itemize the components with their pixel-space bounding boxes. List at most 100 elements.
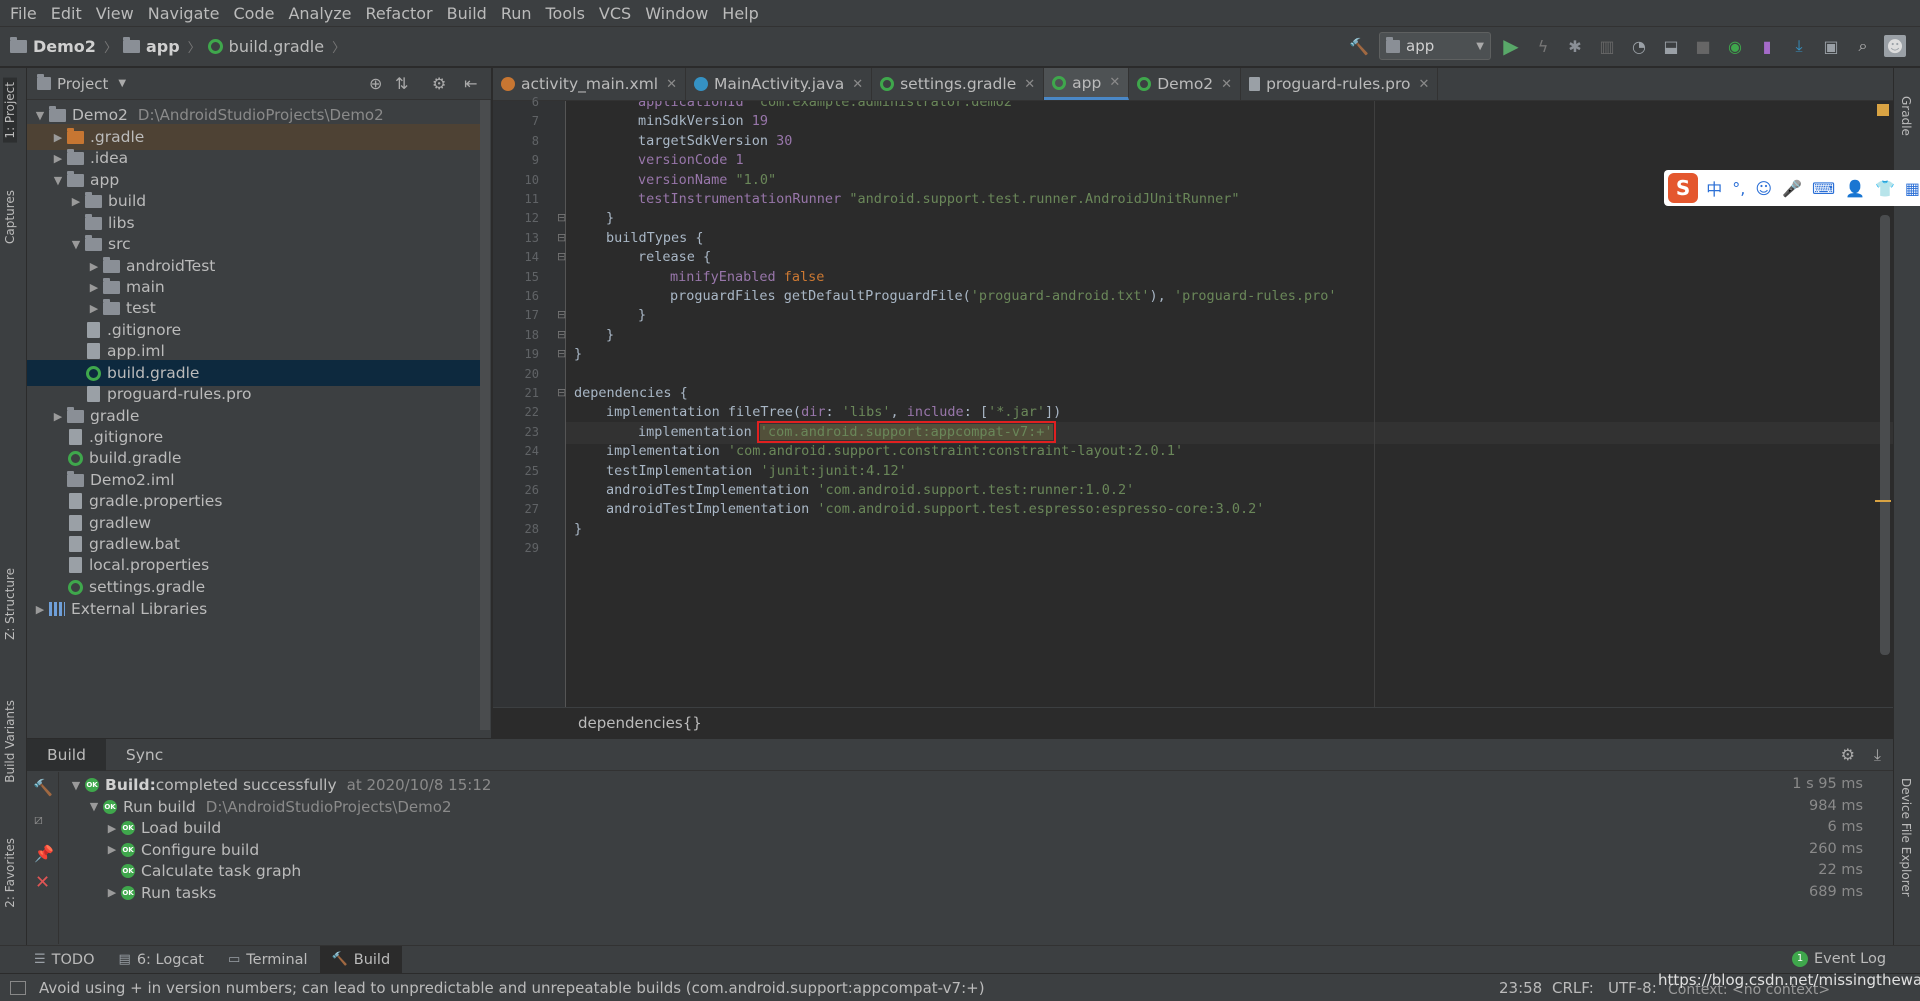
breadcrumb-project[interactable]: Demo2 xyxy=(10,37,96,56)
expand-down-icon[interactable]: ▼ xyxy=(85,800,103,813)
expand-right-icon[interactable]: ▶ xyxy=(103,843,121,856)
fold-marker-icon[interactable]: ⊟ xyxy=(557,211,566,224)
code-line[interactable]: implementation 'com.android.support:appc… xyxy=(638,420,1056,443)
pin-icon[interactable]: 📌 xyxy=(34,844,54,863)
code-line[interactable]: } xyxy=(574,520,582,539)
scroll-from-source-icon[interactable]: ⊕ xyxy=(369,74,382,93)
breadcrumb-file[interactable]: build.gradle xyxy=(207,37,324,56)
close-icon[interactable]: ✕ xyxy=(35,872,50,893)
tab-proguard-rules-pro[interactable]: proguard-rules.pro ✕ xyxy=(1241,68,1439,100)
fold-marker-icon[interactable]: ⊟ xyxy=(557,308,566,321)
menu-run[interactable]: Run xyxy=(494,0,539,27)
expand-right-icon[interactable]: ▶ xyxy=(85,281,103,294)
tab-favorites[interactable]: 2: Favorites xyxy=(3,838,17,908)
chevron-down-icon[interactable]: ▼ xyxy=(118,78,126,89)
tab-structure[interactable]: Z: Structure xyxy=(3,568,17,640)
menu-analyze[interactable]: Analyze xyxy=(281,0,358,27)
toggle-tool-windows-icon[interactable] xyxy=(10,981,26,995)
make-project-hammer-icon[interactable]: 🔨 xyxy=(1348,35,1370,57)
expand-down-icon[interactable]: ▼ xyxy=(49,174,67,187)
account-icon[interactable]: ☻ xyxy=(1884,35,1906,57)
project-scrollbar[interactable] xyxy=(480,100,490,730)
run-config-selector[interactable]: app ▼ xyxy=(1379,32,1491,60)
tab-build-variants[interactable]: Build Variants xyxy=(3,700,17,783)
tab-app[interactable]: app ✕ xyxy=(1044,68,1130,100)
code-line[interactable]: testInstrumentationRunner "android.suppo… xyxy=(638,190,1239,209)
code-line[interactable]: minSdkVersion 19 xyxy=(638,112,768,131)
code-line[interactable]: androidTestImplementation 'com.android.s… xyxy=(606,481,1134,500)
menu-build[interactable]: Build xyxy=(440,0,494,27)
bottom-tab-build[interactable]: 🔨 Build xyxy=(319,945,403,974)
tree-item-external-libraries[interactable]: ▶ External Libraries xyxy=(27,596,483,622)
gear-icon[interactable]: ⚙ xyxy=(432,74,446,93)
build-row[interactable]: ▶ OK Load build xyxy=(103,817,221,839)
build-row[interactable]: ▼ OK Run build D:\AndroidStudioProjects\Dem… xyxy=(85,796,452,818)
caret-position[interactable]: 23:58 xyxy=(1499,979,1542,997)
build-panel-tab-sync[interactable]: Sync xyxy=(106,739,183,771)
project-structure-icon[interactable]: ▣ xyxy=(1820,35,1842,57)
fold-marker-icon[interactable]: ⊟ xyxy=(557,386,566,399)
line-separator[interactable]: CRLF: xyxy=(1552,979,1594,997)
profile-icon[interactable]: ◔ xyxy=(1628,35,1650,57)
close-tab-icon[interactable]: ✕ xyxy=(666,77,677,92)
bottom-tab-logcat[interactable]: ▤ 6: Logcat xyxy=(107,946,216,974)
menu-tools[interactable]: Tools xyxy=(539,0,592,27)
code-line[interactable]: minifyEnabled false xyxy=(670,268,824,287)
avd-manager-icon[interactable]: ▮ xyxy=(1756,35,1778,57)
close-tab-icon[interactable]: ✕ xyxy=(1109,75,1120,90)
code-line[interactable]: release { xyxy=(638,248,711,267)
warning-marker[interactable] xyxy=(1875,500,1891,502)
close-tab-icon[interactable]: ✕ xyxy=(852,77,863,92)
fold-marker-icon[interactable]: ⊟ xyxy=(557,328,566,341)
tab-project[interactable]: 1: Project xyxy=(3,78,17,143)
expand-right-icon[interactable]: ▶ xyxy=(85,260,103,273)
code-line[interactable]: versionCode 1 xyxy=(638,151,744,170)
tab-demo2[interactable]: Demo2 ✕ xyxy=(1129,68,1242,100)
menu-navigate[interactable]: Navigate xyxy=(141,0,227,27)
menu-view[interactable]: View xyxy=(89,0,141,27)
keyboard-icon[interactable]: ⌨ xyxy=(1812,179,1835,198)
code-line[interactable]: buildTypes { xyxy=(606,229,704,248)
code-line[interactable]: testImplementation 'junit:junit:4.12' xyxy=(606,462,907,481)
close-tab-icon[interactable]: ✕ xyxy=(1221,77,1232,92)
code-line[interactable]: proguardFiles getDefaultProguardFile('pr… xyxy=(670,287,1337,306)
debug-icon[interactable]: ✱ xyxy=(1564,35,1586,57)
expand-down-icon[interactable]: ▼ xyxy=(67,238,85,251)
attach-debugger-icon[interactable]: ⬓ xyxy=(1660,35,1682,57)
tab-activity-main-xml[interactable]: activity_main.xml ✕ xyxy=(493,68,687,100)
hide-panel-icon[interactable]: ⇤ xyxy=(464,74,477,93)
code-line[interactable]: implementation fileTree(dir: 'libs', inc… xyxy=(606,403,1061,422)
expand-right-icon[interactable]: ▶ xyxy=(85,302,103,315)
close-tab-icon[interactable]: ✕ xyxy=(1024,77,1035,92)
file-encoding[interactable]: UTF-8: xyxy=(1608,979,1657,997)
expand-right-icon[interactable]: ▶ xyxy=(49,152,67,165)
emoji-icon[interactable]: ☺ xyxy=(1755,179,1772,198)
build-row[interactable]: ▶ OK Configure build xyxy=(103,839,259,861)
menu-code[interactable]: Code xyxy=(227,0,282,27)
expand-right-icon[interactable]: ▶ xyxy=(103,886,121,899)
rebuild-hammer-icon[interactable]: 🔨 xyxy=(33,778,53,797)
toolbox-icon[interactable]: ▦ xyxy=(1905,179,1920,198)
expand-down-icon[interactable]: ▼ xyxy=(31,109,49,122)
collapse-all-icon[interactable]: ⇅ xyxy=(395,74,408,93)
stop-icon[interactable]: ■ xyxy=(1692,35,1714,57)
coverage-icon[interactable]: ▥ xyxy=(1596,35,1618,57)
expand-right-icon[interactable]: ▶ xyxy=(103,822,121,835)
code-line[interactable]: dependencies { xyxy=(574,384,688,403)
apply-changes-icon[interactable]: ϟ xyxy=(1532,35,1554,57)
tab-mainactivity-java[interactable]: MainActivity.java ✕ xyxy=(686,68,873,100)
tab-captures[interactable]: Captures xyxy=(3,190,17,244)
code-line[interactable]: androidTestImplementation 'com.android.s… xyxy=(606,500,1264,519)
menu-edit[interactable]: Edit xyxy=(44,0,89,27)
menu-window[interactable]: Window xyxy=(638,0,715,27)
code-line[interactable]: } xyxy=(606,209,614,228)
warning-status-icon[interactable] xyxy=(1877,104,1889,116)
event-log-tab[interactable]: 1 Event Log xyxy=(1792,945,1886,973)
menu-help[interactable]: Help xyxy=(715,0,765,27)
expand-right-icon[interactable]: ▶ xyxy=(49,410,67,423)
fold-marker-icon[interactable]: ⊟ xyxy=(557,250,566,263)
breadcrumb-module[interactable]: app xyxy=(122,37,180,56)
punctuation-icon[interactable]: °, xyxy=(1732,179,1745,198)
code-line[interactable]: targetSdkVersion 30 xyxy=(638,132,792,151)
close-tab-icon[interactable]: ✕ xyxy=(1419,77,1430,92)
